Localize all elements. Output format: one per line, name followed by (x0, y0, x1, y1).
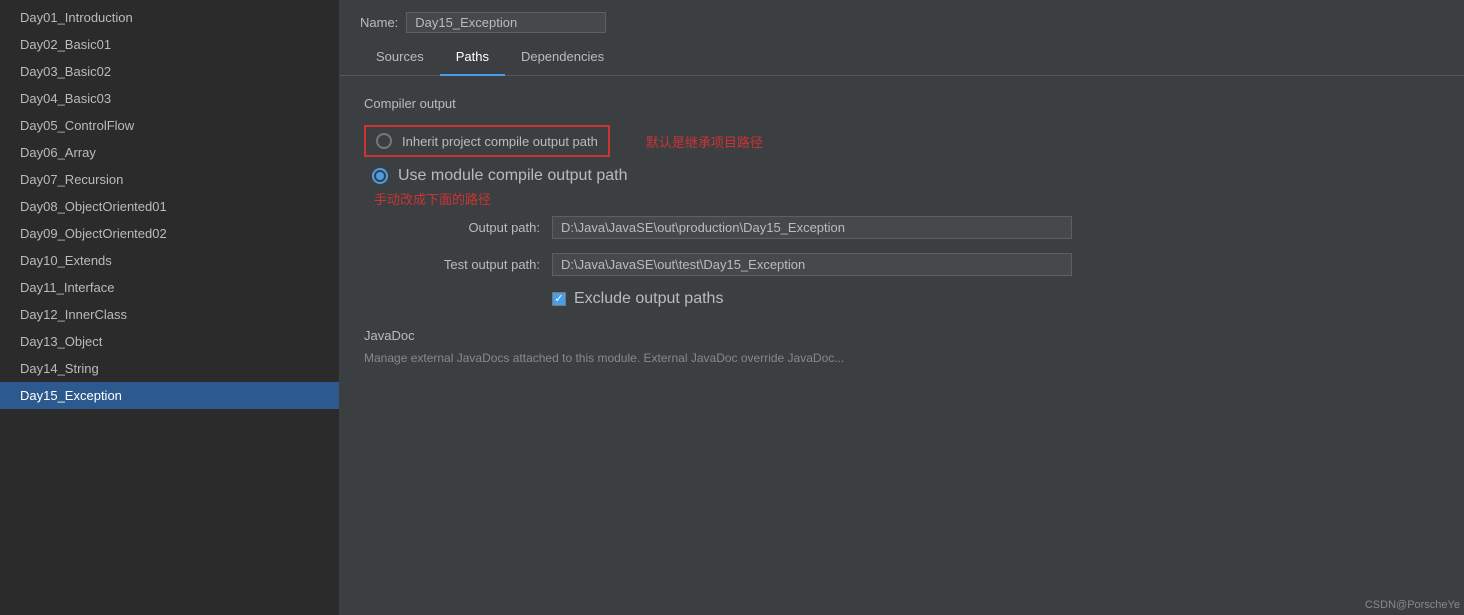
sidebar-item-day11_interface[interactable]: Day11_Interface (0, 274, 339, 301)
output-path-row: Output path: D:\Java\JavaSE\out\producti… (364, 216, 1440, 239)
sidebar-item-day09_objectoriented02[interactable]: Day09_ObjectOriented02 (0, 220, 339, 247)
inherit-label: Inherit project compile output path (402, 134, 598, 149)
sidebar-item-label: Day09_ObjectOriented02 (20, 226, 167, 241)
content-area: Compiler output Inherit project compile … (340, 76, 1464, 615)
sidebar-item-day06_array[interactable]: Day06_Array (0, 139, 339, 166)
tab-paths[interactable]: Paths (440, 41, 505, 76)
header-row: Name: Day15_Exception (340, 0, 1464, 41)
inherit-radio-button[interactable] (376, 133, 392, 149)
inherit-radio-option[interactable]: Inherit project compile output path (364, 125, 610, 157)
sidebar-item-day05_controlflow[interactable]: Day05_ControlFlow (0, 112, 339, 139)
main-panel: Name: Day15_Exception SourcesPathsDepend… (340, 0, 1464, 615)
tab-sources[interactable]: Sources (360, 41, 440, 76)
test-output-path-value[interactable]: D:\Java\JavaSE\out\test\Day15_Exception (552, 253, 1072, 276)
sidebar-item-day13_object[interactable]: Day13_Object (0, 328, 339, 355)
sidebar-item-label: Day03_Basic02 (20, 64, 111, 79)
exclude-label: Exclude output paths (574, 290, 723, 308)
use-module-label: Use module compile output path (398, 167, 627, 185)
tabs-bar: SourcesPathsDependencies (340, 41, 1464, 76)
sidebar: Day01_Introduction Day02_Basic01 Day03_B… (0, 0, 340, 615)
sidebar-item-label: Day08_ObjectOriented01 (20, 199, 167, 214)
sidebar-item-day14_string[interactable]: Day14_String (0, 355, 339, 382)
name-label: Name: (360, 15, 398, 30)
sidebar-item-label: Day10_Extends (20, 253, 112, 268)
sidebar-item-day02_basic01[interactable]: Day02_Basic01 (0, 31, 339, 58)
sidebar-item-day04_basic03[interactable]: Day04_Basic03 (0, 85, 339, 112)
use-module-row: Use module compile output path (372, 167, 1440, 185)
sidebar-item-label: Day14_String (20, 361, 99, 376)
sidebar-item-label: Day06_Array (20, 145, 96, 160)
javadoc-desc: Manage external JavaDocs attached to thi… (364, 351, 1440, 365)
checkbox-checkmark: ✓ (554, 294, 563, 305)
manual-annotation: 手动改成下面的路径 (364, 189, 1440, 208)
sidebar-item-day15_exception[interactable]: Day15_Exception (0, 382, 339, 409)
output-path-label: Output path: (392, 220, 552, 235)
sidebar-item-day10_extends[interactable]: Day10_Extends (0, 247, 339, 274)
sidebar-item-day03_basic02[interactable]: Day03_Basic02 (0, 58, 339, 85)
use-module-radio-button[interactable] (372, 168, 388, 184)
sidebar-item-label: Day15_Exception (20, 388, 122, 403)
module-name-value: Day15_Exception (406, 12, 606, 33)
sidebar-item-day07_recursion[interactable]: Day07_Recursion (0, 166, 339, 193)
exclude-checkbox[interactable]: ✓ (552, 292, 566, 306)
sidebar-item-day01_introduction[interactable]: Day01_Introduction (0, 4, 339, 31)
exclude-checkbox-row: ✓ Exclude output paths (364, 290, 1440, 308)
sidebar-item-label: Day05_ControlFlow (20, 118, 134, 133)
test-output-path-label: Test output path: (392, 257, 552, 272)
sidebar-item-label: Day01_Introduction (20, 10, 133, 25)
tab-dependencies[interactable]: Dependencies (505, 41, 620, 76)
sidebar-item-label: Day04_Basic03 (20, 91, 111, 106)
javadoc-title: JavaDoc (364, 328, 1440, 343)
inherit-row: Inherit project compile output path 默认是继… (364, 125, 1440, 157)
sidebar-item-label: Day11_Interface (20, 280, 114, 295)
compiler-output-title: Compiler output (364, 96, 1440, 111)
inherit-annotation: 默认是继承项目路径 (646, 132, 763, 151)
sidebar-item-label: Day12_InnerClass (20, 307, 127, 322)
sidebar-item-day08_objectoriented01[interactable]: Day08_ObjectOriented01 (0, 193, 339, 220)
test-output-path-row: Test output path: D:\Java\JavaSE\out\tes… (364, 253, 1440, 276)
sidebar-item-label: Day13_Object (20, 334, 102, 349)
sidebar-item-label: Day02_Basic01 (20, 37, 111, 52)
sidebar-item-label: Day07_Recursion (20, 172, 123, 187)
output-path-value[interactable]: D:\Java\JavaSE\out\production\Day15_Exce… (552, 216, 1072, 239)
sidebar-item-day12_innerclass[interactable]: Day12_InnerClass (0, 301, 339, 328)
